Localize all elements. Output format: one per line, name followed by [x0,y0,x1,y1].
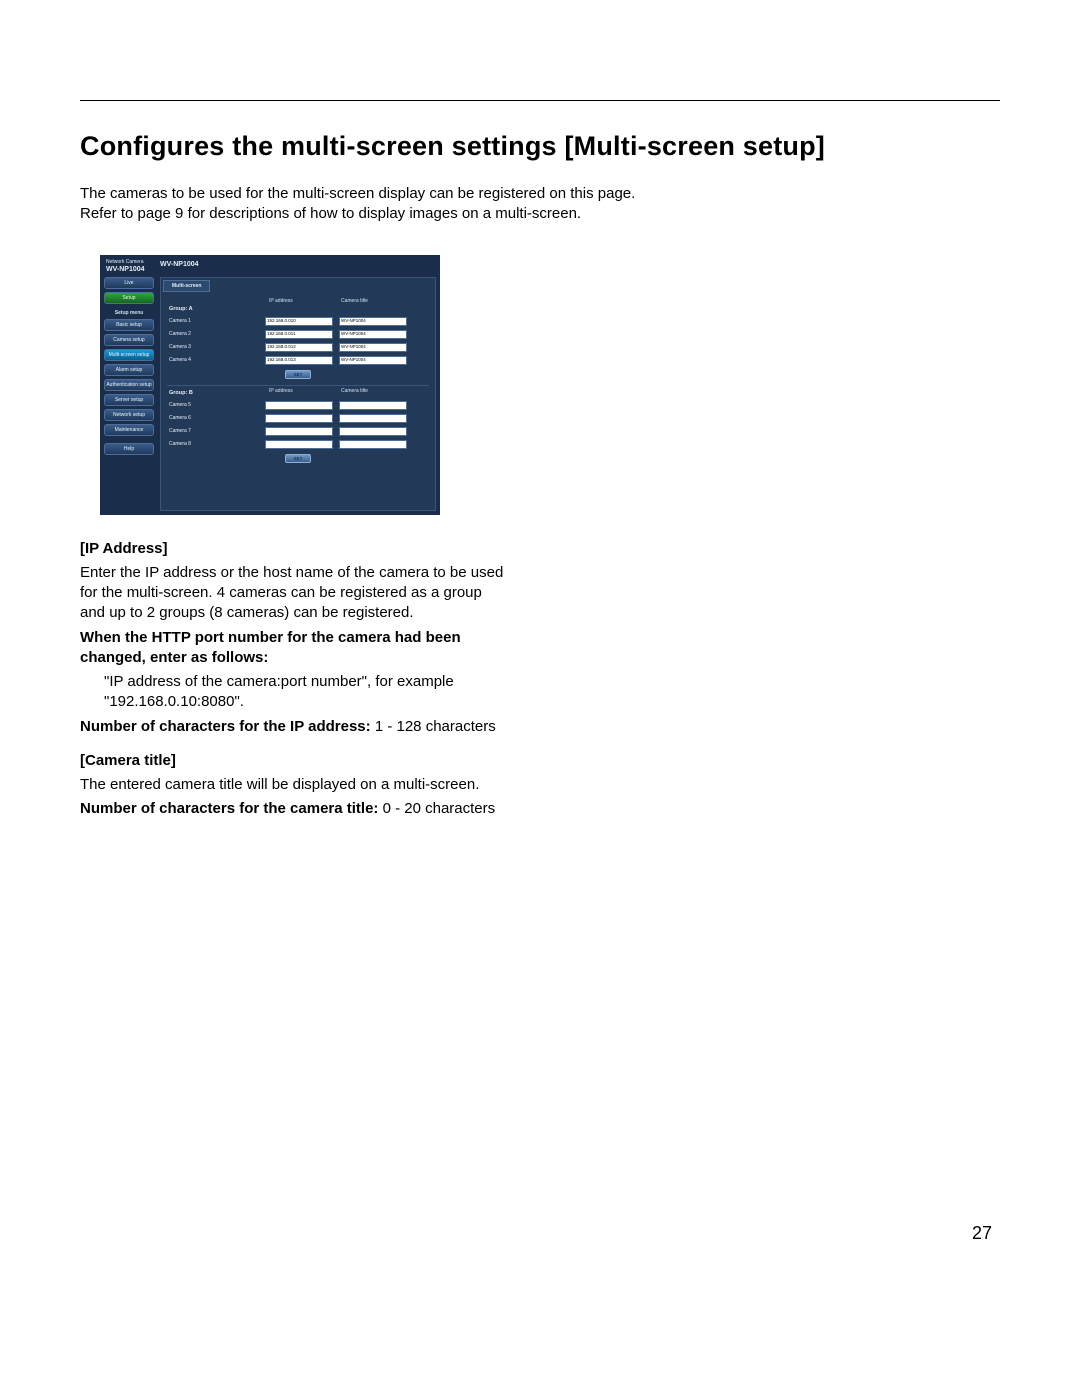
brand-model: WV-NP1004 [106,266,145,273]
title-field[interactable]: WV-NP1004 [339,356,407,365]
sidebar-item-auth[interactable]: Authentication setup [104,379,154,391]
table-row: Camera 4 192.168.0.013 WV-NP1004 [169,355,435,366]
cam-chars-label: Number of characters for the camera titl… [80,800,383,817]
row-label: Camera 8 [169,441,265,447]
sidebar-help-button[interactable]: Help [104,443,154,455]
sidebar-item-camera[interactable]: Camera setup [104,334,154,346]
col-header-ip: IP address [269,298,341,312]
table-row: Camera 1 192.168.0.010 WV-NP1004 [169,316,435,327]
sidebar-item-maintenance[interactable]: Maintenance [104,424,154,436]
sidebar-menu-heading: Setup menu [104,310,154,316]
group-a-label: Group: A [169,306,269,312]
set-button-a[interactable]: SET [285,370,311,379]
ip-address-heading: [IP Address] [80,540,168,557]
embedded-screenshot: Network Camera WV-NP1004 WV-NP1004 Live … [100,255,440,515]
table-row: Camera 6 [169,413,435,424]
sidebar-setup-button[interactable]: Setup [104,292,154,304]
brand-block: Network Camera WV-NP1004 [106,259,145,274]
ip-field[interactable]: 192.168.0.013 [265,356,333,365]
tab-multiscreen[interactable]: Multi-screen [163,280,210,292]
row-label: Camera 1 [169,318,265,324]
table-row: Camera 3 192.168.0.012 WV-NP1004 [169,342,435,353]
ip-field[interactable] [265,440,333,449]
row-label: Camera 3 [169,344,265,350]
ip-field[interactable]: 192.168.0.011 [265,330,333,339]
table-row: Camera 8 [169,439,435,450]
brand-line: Network Camera [106,259,144,265]
group-b-rows: Camera 5 Camera 6 Camera 7 Camera 8 [169,400,435,450]
ip-port-note-bold: When the HTTP port number for the camera… [80,629,461,666]
set-button-b[interactable]: SET [285,454,311,463]
sidebar-item-server[interactable]: Server setup [104,394,154,406]
title-field[interactable] [339,440,407,449]
title-field[interactable]: WV-NP1004 [339,343,407,352]
group-a-rows: Camera 1 192.168.0.010 WV-NP1004 Camera … [169,316,435,366]
table-row: Camera 7 [169,426,435,437]
row-label: Camera 2 [169,331,265,337]
sidebar: Live Setup Setup menu Basic setup Camera… [104,277,154,458]
ip-chars-label: Number of characters for the IP address: [80,718,375,735]
horizontal-rule [80,100,1000,101]
title-field[interactable] [339,414,407,423]
sidebar-item-network[interactable]: Network setup [104,409,154,421]
page-number: 27 [972,1223,992,1244]
body-column: [IP Address] Enter the IP address or the… [80,539,510,820]
row-label: Camera 6 [169,415,265,421]
ip-field[interactable]: 192.168.0.010 [265,317,333,326]
row-label: Camera 5 [169,402,265,408]
page-title: Configures the multi-screen settings [Mu… [80,131,1000,162]
group-b-label: Group: B [169,390,269,396]
row-label: Camera 7 [169,428,265,434]
title-field[interactable] [339,427,407,436]
top-model-label: WV-NP1004 [160,261,199,268]
cam-chars-value: 0 - 20 characters [383,800,496,817]
camera-title-desc: The entered camera title will be display… [80,775,510,795]
sidebar-item-alarm[interactable]: Alarm setup [104,364,154,376]
col-header-ip: IP address [269,388,341,396]
table-row: Camera 2 192.168.0.011 WV-NP1004 [169,329,435,340]
ip-field[interactable] [265,427,333,436]
ip-port-example: "IP address of the camera:port number", … [104,672,510,713]
title-field[interactable] [339,401,407,410]
ip-field[interactable] [265,401,333,410]
group-divider [167,385,429,386]
main-panel: Multi-screen Group: A IP address Camera … [160,277,436,511]
ip-chars-value: 1 - 128 characters [375,718,496,735]
ip-address-desc: Enter the IP address or the host name of… [80,563,510,624]
ip-field[interactable] [265,414,333,423]
intro-line-1: The cameras to be used for the multi-scr… [80,185,635,202]
camera-title-heading: [Camera title] [80,752,176,769]
title-field[interactable]: WV-NP1004 [339,330,407,339]
intro-line-2: Refer to page 9 for descriptions of how … [80,205,581,222]
col-header-title: Camera title [341,298,413,312]
row-label: Camera 4 [169,357,265,363]
table-row: Camera 5 [169,400,435,411]
col-header-title: Camera title [341,388,413,396]
intro-text: The cameras to be used for the multi-scr… [80,184,1000,225]
sidebar-live-button[interactable]: Live [104,277,154,289]
sidebar-item-basic[interactable]: Basic setup [104,319,154,331]
sidebar-item-multiscreen[interactable]: Multi-screen setup [104,349,154,361]
document-page: Configures the multi-screen settings [Mu… [0,0,1080,1300]
title-field[interactable]: WV-NP1004 [339,317,407,326]
ip-field[interactable]: 192.168.0.012 [265,343,333,352]
